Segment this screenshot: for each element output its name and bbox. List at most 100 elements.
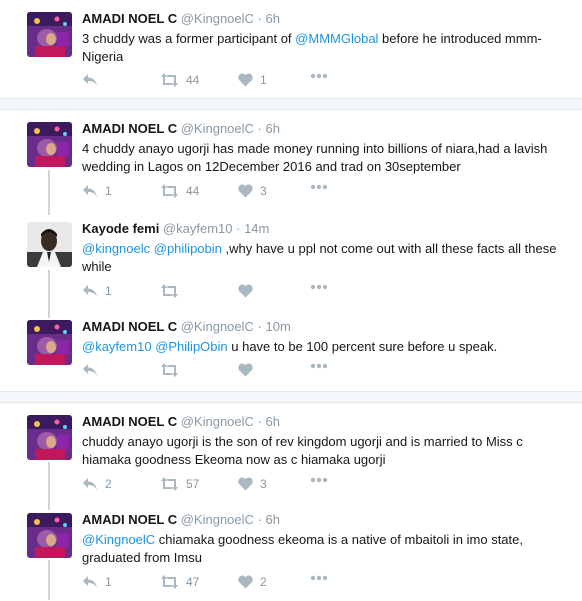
more-icon — [310, 575, 328, 581]
author-name[interactable]: AMADI NOEL C — [82, 414, 177, 429]
tweet-text: chuddy anayo ugorji is the son of rev ki… — [82, 433, 562, 469]
reply-button[interactable]: 1 — [82, 575, 112, 589]
mention-link[interactable]: @PhilipObin — [155, 339, 227, 354]
tweet-header: AMADI NOEL C @KingnoelC · 10m — [82, 319, 291, 334]
retweet-button[interactable] — [160, 284, 186, 298]
reply-icon — [82, 184, 98, 198]
author-handle[interactable]: @kayfem10 — [163, 221, 236, 236]
retweet-icon — [160, 477, 179, 491]
tweet-header: Kayode femi @kayfem10 · 14m — [82, 221, 269, 236]
author-handle[interactable]: @KingnoelC — [181, 512, 258, 527]
avatar-amadi-noel[interactable] — [27, 12, 72, 57]
reply-icon — [82, 477, 98, 491]
author-name[interactable]: AMADI NOEL C — [82, 512, 177, 527]
tweet-text: @KingnoelC chiamaka goodness ekeoma is a… — [82, 531, 562, 567]
heart-icon — [238, 575, 253, 589]
tweet-time[interactable]: 6h — [265, 414, 279, 429]
more-button[interactable] — [310, 575, 328, 581]
like-button[interactable]: 1 — [238, 73, 267, 87]
author-handle[interactable]: @KingnoelC — [181, 414, 258, 429]
retweet-count: 47 — [186, 575, 200, 589]
retweet-button[interactable] — [160, 363, 186, 377]
retweet-button[interactable]: 44 — [160, 184, 199, 198]
author-name[interactable]: AMADI NOEL C — [82, 121, 177, 136]
like-button[interactable]: 2 — [238, 575, 267, 589]
tweet[interactable]: AMADI NOEL C @KingnoelC · 6h @KingnoelC … — [0, 501, 582, 601]
tweet[interactable]: AMADI NOEL C @KingnoelC · 6h 4 chuddy an… — [0, 110, 582, 210]
more-button[interactable] — [310, 184, 328, 190]
retweet-icon — [160, 73, 179, 87]
more-button[interactable] — [310, 363, 328, 369]
retweet-icon — [160, 575, 179, 589]
more-icon — [310, 73, 328, 79]
heart-icon — [238, 184, 253, 198]
avatar-amadi-noel[interactable] — [27, 122, 72, 167]
reply-icon — [82, 363, 98, 377]
reply-icon — [82, 575, 98, 589]
tweet-time[interactable]: 6h — [265, 121, 279, 136]
tweet-text-segment: 3 chuddy was a former participant of — [82, 31, 296, 46]
reply-count: 1 — [105, 184, 112, 198]
retweet-icon — [160, 363, 179, 377]
retweet-count: 44 — [186, 73, 200, 87]
mention-link[interactable]: @kingnoelc — [82, 241, 150, 256]
retweet-button[interactable]: 44 — [160, 73, 199, 87]
author-name[interactable]: AMADI NOEL C — [82, 11, 177, 26]
mention-link[interactable]: @philipobin — [154, 241, 222, 256]
tweet[interactable]: AMADI NOEL C @KingnoelC · 6h 3 chuddy wa… — [0, 0, 582, 100]
retweet-count: 57 — [186, 477, 200, 491]
reply-button[interactable] — [82, 73, 105, 87]
reply-button[interactable] — [82, 363, 105, 377]
tweet[interactable]: Kayode femi @kayfem10 · 14m @kingnoelc @… — [0, 210, 582, 310]
tweet-text: @kingnoelc @philipobin ,why have u ppl n… — [82, 240, 562, 276]
retweet-count: 44 — [186, 184, 200, 198]
avatar-kayode-femi[interactable] — [27, 222, 72, 267]
heart-icon — [238, 363, 253, 377]
reply-icon — [82, 284, 98, 298]
like-count: 2 — [260, 575, 267, 589]
tweet[interactable]: AMADI NOEL C @KingnoelC · 10m @kayfem10 … — [0, 308, 582, 408]
more-button[interactable] — [310, 284, 328, 290]
tweet[interactable]: AMADI NOEL C @KingnoelC · 6h chuddy anay… — [0, 403, 582, 503]
tweet-time[interactable]: 6h — [265, 11, 279, 26]
reply-button[interactable]: 1 — [82, 284, 112, 298]
avatar-amadi-noel[interactable] — [27, 513, 72, 558]
author-name[interactable]: Kayode femi — [82, 221, 159, 236]
mention-link[interactable]: @KingnoelC — [82, 532, 155, 547]
author-handle[interactable]: @KingnoelC — [181, 319, 258, 334]
like-count: 1 — [260, 73, 267, 87]
like-button[interactable]: 3 — [238, 184, 267, 198]
more-icon — [310, 363, 328, 369]
like-button[interactable] — [238, 363, 260, 377]
tweet-time[interactable]: 10m — [265, 319, 290, 334]
mention-link[interactable]: @MMMGlobal — [295, 31, 378, 46]
dot-separator: · — [236, 221, 245, 236]
reply-count: 1 — [105, 575, 112, 589]
like-button[interactable] — [238, 284, 260, 298]
more-button[interactable] — [310, 477, 328, 483]
retweet-button[interactable]: 57 — [160, 477, 199, 491]
reply-button[interactable]: 1 — [82, 184, 112, 198]
reply-count: 2 — [105, 477, 112, 491]
avatar-amadi-noel[interactable] — [27, 415, 72, 460]
like-button[interactable]: 3 — [238, 477, 267, 491]
tweet-text-segment: u have to be 100 percent sure before u s… — [227, 339, 498, 354]
avatar-amadi-noel[interactable] — [27, 320, 72, 365]
more-icon — [310, 184, 328, 190]
more-button[interactable] — [310, 73, 328, 79]
author-name[interactable]: AMADI NOEL C — [82, 319, 177, 334]
more-icon — [310, 284, 328, 290]
retweet-button[interactable]: 47 — [160, 575, 199, 589]
reply-button[interactable]: 2 — [82, 477, 112, 491]
mention-link[interactable]: @kayfem10 — [82, 339, 152, 354]
tweet-header: AMADI NOEL C @KingnoelC · 6h — [82, 414, 280, 429]
author-handle[interactable]: @KingnoelC — [181, 121, 258, 136]
tweet-text: @kayfem10 @PhilipObin u have to be 100 p… — [82, 338, 562, 356]
reply-icon — [82, 73, 98, 87]
tweet-time[interactable]: 14m — [244, 221, 269, 236]
heart-icon — [238, 477, 253, 491]
tweet-time[interactable]: 6h — [265, 512, 279, 527]
author-handle[interactable]: @KingnoelC — [181, 11, 258, 26]
reply-count: 1 — [105, 284, 112, 298]
retweet-icon — [160, 184, 179, 198]
